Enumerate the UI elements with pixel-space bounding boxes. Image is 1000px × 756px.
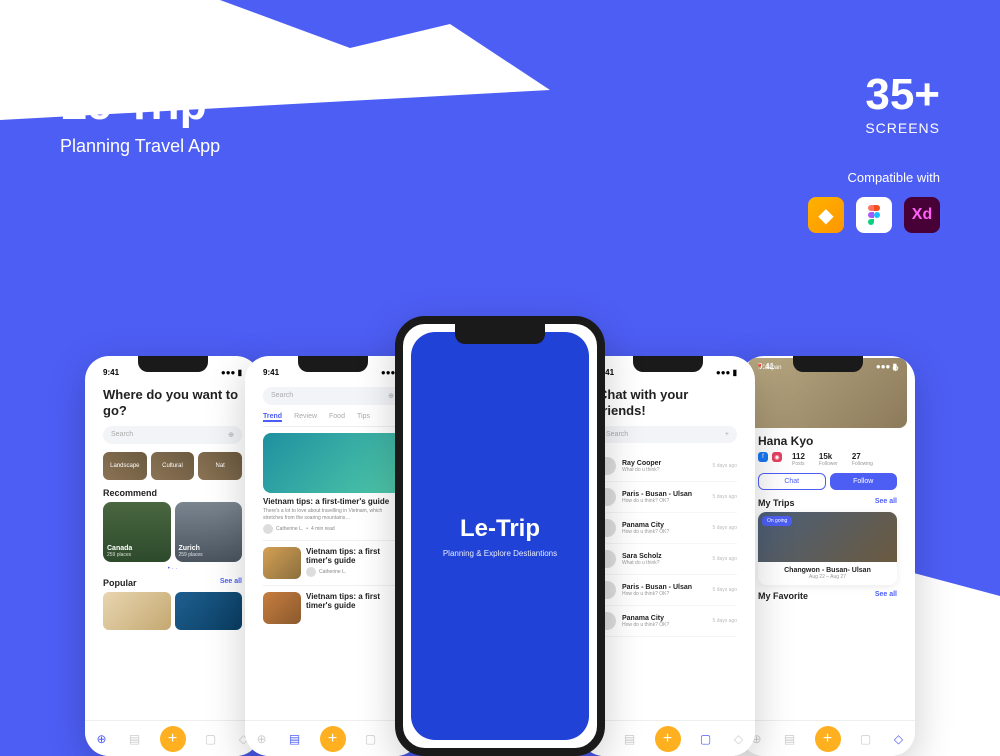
bottom-nav: ⊕ ▤ + ▢ ◇ <box>85 720 260 756</box>
my-trips-label: My TripsSee all <box>758 498 897 508</box>
page-dots: • · · <box>103 566 242 572</box>
profile-icon[interactable]: ◇ <box>891 731 907 747</box>
bottom-nav: ⊕ ▤ + ▢ ◇ <box>245 720 420 756</box>
figma-icon <box>856 197 892 233</box>
phone-notch <box>793 356 863 372</box>
popular-card[interactable] <box>103 592 171 630</box>
profile-name: Hana Kyo <box>758 434 897 448</box>
compat-label: Compatible with <box>808 170 940 185</box>
add-chat-icon[interactable]: + <box>725 431 729 438</box>
instagram-icon[interactable]: ◉ <box>772 452 782 462</box>
compatibility-block: Compatible with ◆ Xd <box>808 170 940 233</box>
article-meta: Catherine L.•4 min read <box>263 524 402 534</box>
bottom-nav: ⊕ ▤ + ▢ ◇ <box>740 720 915 756</box>
screens-badge: 35+ SCREENS <box>865 70 940 136</box>
add-button[interactable]: + <box>320 726 346 752</box>
profile-icon[interactable]: ◇ <box>731 731 747 747</box>
tab-review[interactable]: Review <box>294 413 317 422</box>
destination-card[interactable]: Zurich259 places <box>175 502 243 562</box>
add-button[interactable]: + <box>815 726 841 752</box>
content-tabs: Trend Review Food Tips <box>263 413 402 427</box>
trip-status-badge: On going <box>762 516 792 526</box>
status-time: 9:41 <box>103 368 119 377</box>
xd-icon: Xd <box>904 197 940 233</box>
phone-notch <box>138 356 208 372</box>
article-row[interactable]: Vietnam tips: a first timer's guide <box>263 585 402 624</box>
bottom-nav: ⊕ ▤ + ▢ ◇ <box>580 720 755 756</box>
settings-icon[interactable]: ⚙ <box>892 364 899 373</box>
phone-mockup-profile: 9:41●●● ▮ 📍 Japan ⚙ Hana Kyo f◉ 112Posts… <box>740 356 915 756</box>
search-input[interactable]: Search⊕ <box>103 426 242 444</box>
location-badge: 📍 Japan <box>756 364 782 371</box>
stat-posts: 112Posts <box>792 452 805 467</box>
notes-icon[interactable]: ▤ <box>782 731 798 747</box>
article-thumb <box>263 592 301 624</box>
splash-logo: Le-Trip <box>460 515 540 543</box>
tab-trend[interactable]: Trend <box>263 413 282 422</box>
category-chip[interactable]: Nat <box>198 452 242 480</box>
article-thumb <box>263 547 301 579</box>
chat-heading: Chat with your friends! <box>598 387 737 418</box>
article-hero-image[interactable] <box>263 433 402 493</box>
phone-notch <box>455 324 545 344</box>
chat-row[interactable]: Panama CityHow do u think? OK?5 days ago <box>598 606 737 637</box>
article-excerpt: There's a lot to love about travelling i… <box>263 508 402 521</box>
chat-icon[interactable]: ▢ <box>858 731 874 747</box>
chat-row[interactable]: Ray CooperWhat do u think?5 days ago <box>598 451 737 482</box>
compass-icon[interactable]: ⊕ <box>94 731 110 747</box>
hero-title: Le-Trip <box>60 80 220 130</box>
tab-tips[interactable]: Tips <box>357 413 370 422</box>
search-input[interactable]: Search+ <box>598 426 737 443</box>
my-favorite-label: My FavoriteSee all <box>758 591 897 601</box>
category-chip[interactable]: Cultural <box>151 452 195 480</box>
recommend-label: Recommend <box>103 488 242 498</box>
phone-mockup-chat: 9:41●●● ▮ Chat with your friends! Search… <box>580 356 755 756</box>
status-icons: ●●● ▮ <box>716 368 737 377</box>
chat-icon[interactable]: ▢ <box>363 731 379 747</box>
screens-label: SCREENS <box>865 120 940 136</box>
phone-notch <box>633 356 703 372</box>
compass-icon[interactable]: ⊕ <box>254 731 270 747</box>
phone-mockup-articles: 9:41●●● ▮ Search⊕ Trend Review Food Tips… <box>245 356 420 756</box>
notes-icon[interactable]: ▤ <box>127 731 143 747</box>
status-time: 9:41 <box>263 368 279 377</box>
chat-row[interactable]: Sara ScholzWhat do u think?5 days ago <box>598 544 737 575</box>
popular-label: PopularSee all <box>103 578 242 588</box>
chat-row[interactable]: Paris - Busan - UlsanHow do u think? OK?… <box>598 575 737 606</box>
category-chip[interactable]: Landscape <box>103 452 147 480</box>
chat-button[interactable]: Chat <box>758 473 826 490</box>
chat-icon[interactable]: ▢ <box>203 731 219 747</box>
splash-tagline: Planning & Explore Destiantions <box>443 549 557 558</box>
stat-following: 27Following <box>852 452 873 467</box>
tab-food[interactable]: Food <box>329 413 345 422</box>
phone-showcase: 9:41 ●●● ▮ Where do you want to go? Searc… <box>85 316 915 756</box>
notes-icon[interactable]: ▤ <box>622 731 638 747</box>
facebook-icon[interactable]: f <box>758 452 768 462</box>
author-avatar <box>263 524 273 534</box>
stat-followers: 15kFollower <box>819 452 838 467</box>
phone-mockup-splash: Le-Trip Planning & Explore Destiantions <box>395 316 605 756</box>
phone-mockup-explore: 9:41 ●●● ▮ Where do you want to go? Searc… <box>85 356 260 756</box>
destination-card[interactable]: Canada259 places <box>103 502 171 562</box>
phone-notch <box>298 356 368 372</box>
chat-row[interactable]: Panama CityHow do u think? OK?5 days ago <box>598 513 737 544</box>
chat-row[interactable]: Paris - Busan - UlsanHow do u think? OK?… <box>598 482 737 513</box>
screens-count: 35+ <box>865 70 940 120</box>
chat-icon[interactable]: ▢ <box>698 731 714 747</box>
hero-header: Le-Trip Planning Travel App <box>60 80 220 157</box>
hero-subtitle: Planning Travel App <box>60 136 220 157</box>
article-title[interactable]: Vietnam tips: a first-timer's guide <box>263 497 402 506</box>
explore-heading: Where do you want to go? <box>103 387 242 418</box>
popular-card[interactable] <box>175 592 243 630</box>
status-icons: ●●● ▮ <box>221 368 242 377</box>
sketch-icon: ◆ <box>808 197 844 233</box>
splash-screen: Le-Trip Planning & Explore Destiantions <box>411 332 589 740</box>
add-button[interactable]: + <box>655 726 681 752</box>
follow-button[interactable]: Follow <box>830 473 898 490</box>
trip-card[interactable]: On going Changwon - Busan- UlsanAug 22 –… <box>758 512 897 585</box>
search-input[interactable]: Search⊕ <box>263 387 402 405</box>
notes-icon[interactable]: ▤ <box>287 731 303 747</box>
add-button[interactable]: + <box>160 726 186 752</box>
article-row[interactable]: Vietnam tips: a first timer's guideCathe… <box>263 540 402 579</box>
